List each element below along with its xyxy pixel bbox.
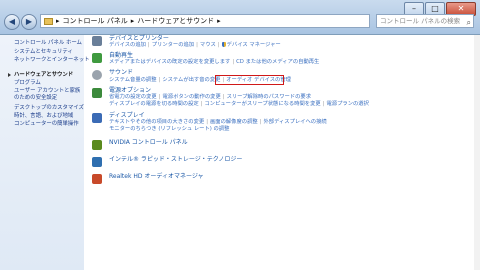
link-display-off-time[interactable]: ディスプレイの電源を切る時間の設定 bbox=[109, 101, 199, 107]
sidebar-item-clock-region[interactable]: 時計、言語、および地域 bbox=[14, 113, 82, 120]
link-mouse[interactable]: マウス bbox=[200, 42, 216, 48]
monitor-icon bbox=[92, 113, 102, 123]
search-input[interactable]: コントロール パネルの検索 ⌕ bbox=[376, 14, 474, 28]
link-refresh-rate[interactable]: モニターのちらつき (リフレッシュ レート) の調整 bbox=[109, 126, 229, 132]
address-bar[interactable]: ▸ コントロール パネル ▸ ハードウェアとサウンド ▸ bbox=[40, 14, 370, 28]
breadcrumb-control-panel[interactable]: コントロール パネル bbox=[63, 14, 128, 28]
link-row: ディスプレイの電源を切る時間の設定 | コンピューターがスリープ状態になる時間を変更… bbox=[109, 101, 369, 107]
link-system-sounds[interactable]: システムが出す音の変更 bbox=[162, 77, 220, 83]
link-system-volume[interactable]: システム音量の調整 bbox=[109, 77, 157, 83]
link-sleep-time[interactable]: コンピューターがスリープ状態になる時間を変更 bbox=[204, 101, 320, 107]
forward-arrow-icon[interactable]: ▶ bbox=[21, 14, 37, 30]
scrollbar[interactable] bbox=[474, 35, 480, 270]
link-row: モニターのちらつき (リフレッシュ レート) の調整 bbox=[109, 126, 229, 133]
link-power-saving[interactable]: 省電力の設定の変更 bbox=[109, 94, 157, 100]
sidebar-item-hardware-sound: ハードウェアとサウンド bbox=[14, 72, 74, 78]
link-add-device[interactable]: デバイスの追加 bbox=[109, 42, 146, 48]
link-row: テキストやその他の項目の大きさの変更 | 画面の解像度の調整 | 外部ディスプレイへの接… bbox=[109, 119, 327, 125]
main-content: デバイスとプリンター デバイスの追加 | プリンターの追加 | マウス | デバイス マネー… bbox=[84, 35, 480, 270]
folder-icon bbox=[44, 17, 53, 25]
sidebar-item-desktop[interactable]: デスクトップのカスタマイズ bbox=[14, 105, 84, 112]
sidebar-item-ease-of-access[interactable]: コンピューターの簡単操作 bbox=[14, 121, 82, 128]
category-title[interactable]: NVIDIA コントロール パネル bbox=[109, 139, 188, 147]
back-arrow-icon[interactable]: ◀ bbox=[4, 14, 20, 30]
intel-rst-icon bbox=[92, 157, 102, 167]
title-bar: – □ ✕ ◀ ▶ ▸ コントロール パネル ▸ ハードウェアとサウンド ▸ コ… bbox=[0, 0, 480, 35]
link-row: メディアまたはデバイスの既定の設定を変更します | CD または他のメディアの自動再… bbox=[109, 59, 320, 65]
link-add-printer[interactable]: プリンターの追加 bbox=[152, 42, 194, 48]
printer-icon bbox=[92, 36, 102, 46]
sidebar-item-home[interactable]: コントロール パネル ホーム bbox=[14, 40, 82, 47]
current-item-arrow-icon bbox=[8, 73, 11, 77]
sidebar-item-user-accounts[interactable]: ユーザー アカウントと家族のための安全設定 bbox=[14, 88, 82, 102]
category-title[interactable]: インテル® ラピッド・ストレージ・テクノロジー bbox=[109, 156, 242, 164]
search-placeholder: コントロール パネルの検索 bbox=[380, 17, 461, 25]
breadcrumb-separator: ▸ bbox=[130, 17, 135, 25]
speaker-icon bbox=[92, 70, 102, 80]
link-text-size[interactable]: テキストやその他の項目の大きさの変更 bbox=[109, 119, 204, 125]
link-default-media[interactable]: メディアまたはデバイスの既定の設定を変更します bbox=[109, 59, 230, 65]
sidebar-item-programs[interactable]: プログラム bbox=[14, 80, 82, 87]
battery-icon bbox=[92, 88, 102, 98]
breadcrumb-separator: ▸ bbox=[56, 17, 60, 25]
realtek-icon bbox=[92, 174, 102, 184]
control-panel-window: – □ ✕ ◀ ▶ ▸ コントロール パネル ▸ ハードウェアとサウンド ▸ コ… bbox=[0, 0, 480, 270]
link-external-display[interactable]: 外部ディスプレイへの接続 bbox=[263, 119, 326, 125]
breadcrumb-separator: ▸ bbox=[217, 17, 221, 25]
link-resolution[interactable]: 画面の解像度の調整 bbox=[210, 119, 258, 125]
sidebar-item-network[interactable]: ネットワークとインターネット bbox=[14, 57, 89, 64]
category-title[interactable]: サウンド bbox=[109, 69, 133, 77]
sidebar: コントロール パネル ホーム システムとセキュリティ ネットワークとインターネッ… bbox=[0, 35, 89, 270]
link-cd-autoplay[interactable]: CD または他のメディアの自動再生 bbox=[236, 59, 319, 65]
category-title[interactable]: Realtek HD オーディオマネージャ bbox=[109, 173, 204, 181]
link-row: デバイスの追加 | プリンターの追加 | マウス | デバイス マネージャー bbox=[109, 42, 281, 48]
link-power-button[interactable]: 電源ボタンの動作の変更 bbox=[162, 94, 220, 100]
search-icon[interactable]: ⌕ bbox=[467, 16, 471, 29]
uac-shield-icon bbox=[221, 42, 226, 47]
link-power-plan[interactable]: 電源プランの選択 bbox=[327, 101, 369, 107]
breadcrumb-hardware-sound[interactable]: ハードウェアとサウンド bbox=[137, 14, 214, 28]
link-device-manager[interactable]: デバイス マネージャー bbox=[227, 42, 281, 48]
autoplay-icon bbox=[92, 53, 102, 63]
nvidia-icon bbox=[92, 140, 102, 150]
link-row: 省電力の設定の変更 | 電源ボタンの動作の変更 | スリープ解除時のパスワードの要求 bbox=[109, 94, 311, 100]
link-wake-password[interactable]: スリープ解除時のパスワードの要求 bbox=[227, 94, 311, 100]
sidebar-item-system-security[interactable]: システムとセキュリティ bbox=[14, 49, 82, 56]
highlight-box bbox=[215, 75, 284, 85]
